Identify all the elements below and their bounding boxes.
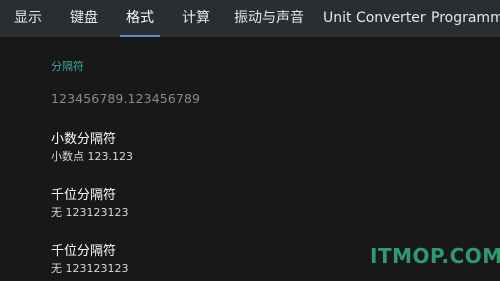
tab-vibration-sound[interactable]: 振动与声音 (234, 0, 304, 37)
format-sample-value: 123456789.123456789 (51, 91, 201, 106)
pref-title: 小数分隔符 (51, 132, 117, 147)
tab-unit-converter[interactable]: Unit Converter (323, 0, 426, 37)
pref-summary: 无 123123123 (51, 206, 129, 219)
pref-decimal-separator[interactable]: 小数分隔符 小数点 123.123 (51, 131, 133, 164)
section-header-separators: 分隔符 (51, 60, 84, 73)
tab-display[interactable]: 显示 (14, 0, 42, 37)
pref-thousands-separator[interactable]: 千位分隔符 无 123123123 (51, 187, 128, 220)
tab-calculate[interactable]: 计算 (182, 0, 210, 37)
pref-summary: 小数点 123.123 (51, 150, 133, 163)
active-tab-indicator (120, 35, 160, 37)
pref-summary: 无 123123123 (51, 262, 129, 275)
tab-keyboard[interactable]: 键盘 (70, 0, 98, 37)
pref-title: 千位分隔符 (51, 244, 117, 259)
pref-title: 千位分隔符 (51, 188, 117, 203)
pref-thousands-separator-2[interactable]: 千位分隔符 无 123123123 (51, 243, 128, 276)
tab-bar: 显示 键盘 格式 计算 振动与声音 Unit Converter Program… (0, 0, 500, 37)
watermark-logo: ITMOP.COM (370, 244, 500, 268)
tab-programmer[interactable]: Programm (431, 0, 500, 37)
tab-format[interactable]: 格式 (120, 0, 160, 37)
tab-format-label: 格式 (126, 10, 154, 26)
